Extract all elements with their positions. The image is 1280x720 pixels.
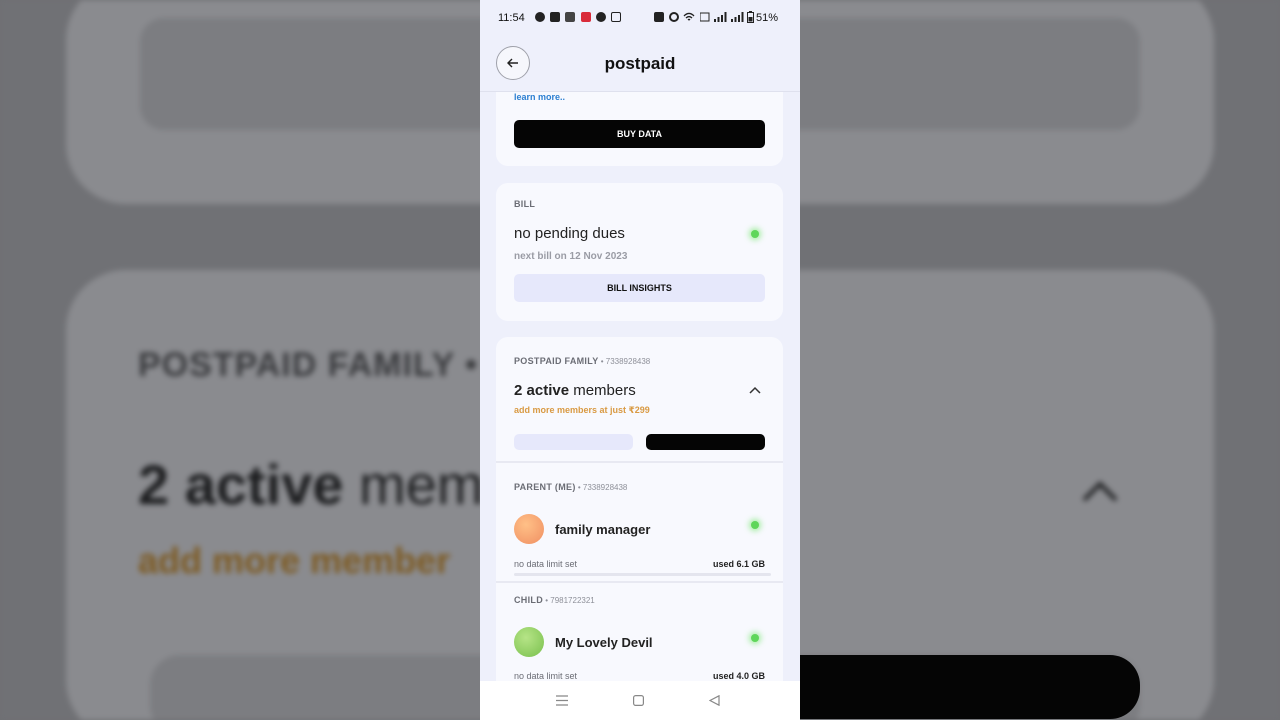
member-role: PARENT (ME) • 7338928438 [514,482,628,492]
member-role: CHILD • 7981722321 [514,595,595,605]
data-used-text: used 4.0 GB [712,671,765,681]
bill-card: BILL no pending dues next bill on 12 Nov… [496,183,783,321]
slack-icon [565,12,575,22]
add-members-promo[interactable]: add more members at just ₹299 [514,405,650,416]
back-triangle-icon[interactable] [709,695,720,706]
avatar [514,514,544,544]
page-title: postpaid [604,54,676,73]
usage-bar [514,573,771,576]
next-bill-date: next bill on 12 Nov 2023 [514,251,628,262]
divider [496,581,783,583]
active-members: 2 active members [514,382,636,399]
background-black-button [800,655,1140,719]
status-time: 11:54 [498,12,525,24]
battery-percent: 51% [755,12,778,24]
data-limit-text: no data limit set [514,671,578,681]
status-bar: 11:54 51% [480,0,800,36]
volte-icon [700,12,710,22]
app-notification-icon [581,12,591,22]
background-family-label: POSTPAID FAMILY • [138,346,478,384]
menu-icon[interactable] [556,695,568,706]
family-label: POSTPAID FAMILY • 7338928438 [514,356,651,366]
background-chevron-up-icon [1082,481,1118,502]
learn-more-link[interactable]: learn more.. [514,92,565,102]
family-secondary-button[interactable] [514,434,633,450]
gmail-icon [611,12,621,22]
bill-status: no pending dues [514,225,625,242]
home-icon[interactable] [633,695,644,706]
system-nav-bar [480,681,800,720]
background-add-more: add more member [138,540,451,581]
buy-data-button[interactable]: BUY DATA [514,120,765,148]
notification-icon [550,12,560,22]
play-icon [596,12,606,22]
bill-insights-button[interactable]: BILL INSIGHTS [514,274,765,302]
member-name[interactable]: My Lovely Devil [555,635,653,650]
status-dot-icon [751,634,759,642]
member-name[interactable]: family manager [555,522,650,537]
chevron-up-icon[interactable] [749,386,761,394]
data-used-text: used 6.1 GB [712,559,765,569]
status-dot-icon [751,230,759,238]
status-dot-icon [751,521,759,529]
data-limit-text: no data limit set [514,559,578,569]
battery-icon [747,11,754,23]
wifi-icon [683,12,695,21]
notification-icon [535,12,545,22]
bill-label: BILL [514,199,536,209]
background-active-members: 2 active mem [138,453,484,516]
alarm-icon [669,12,679,22]
signal-icon-2 [731,12,744,22]
signal-icon [714,12,727,22]
nfc-icon [654,12,664,22]
divider [496,461,783,463]
family-card: POSTPAID FAMILY • 7338928438 2 active me… [496,337,783,717]
phone-screen: 11:54 51% postpaid learn more.. BUY DATA… [480,0,800,720]
family-primary-button[interactable] [646,434,765,450]
avatar [514,627,544,657]
